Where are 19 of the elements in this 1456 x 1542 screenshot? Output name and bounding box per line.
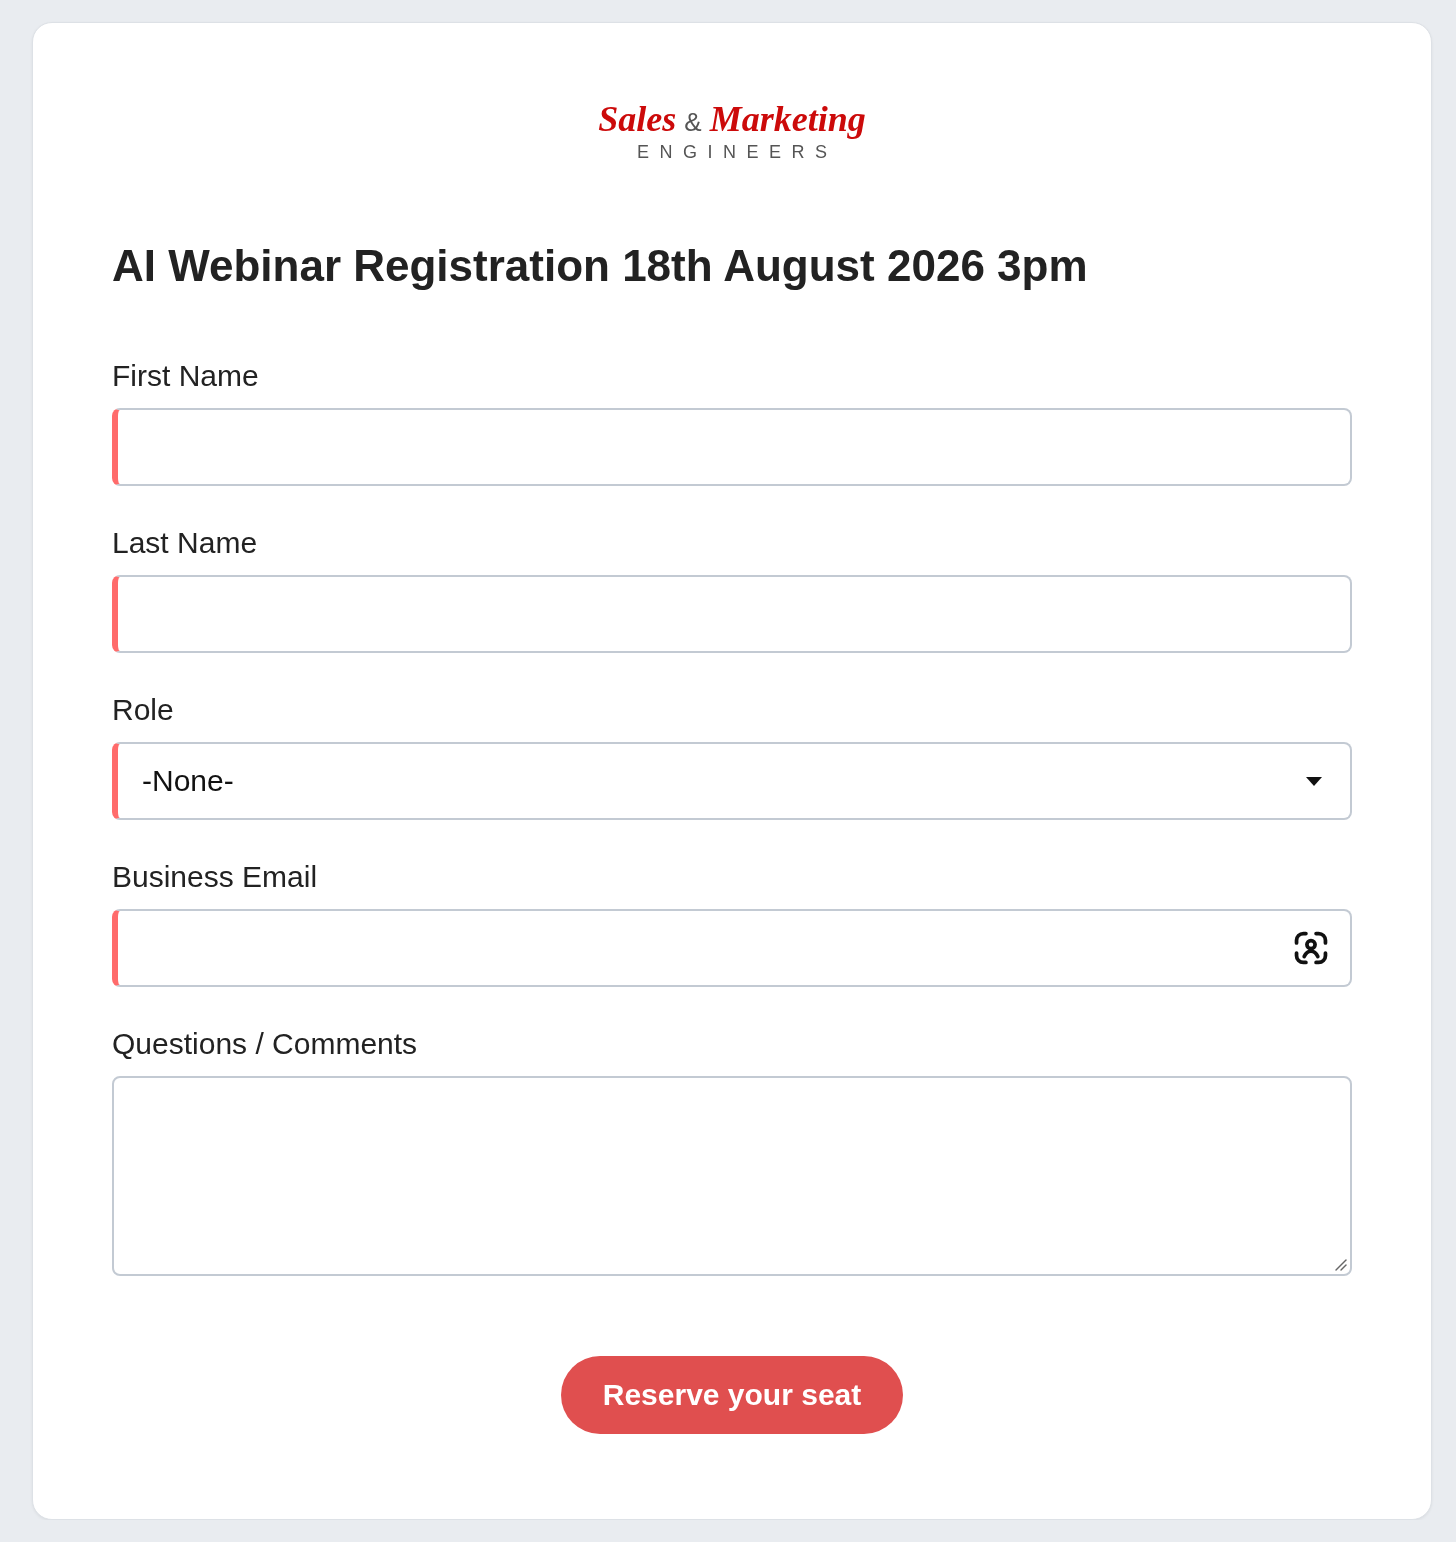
- resize-grip-icon[interactable]: [1335, 1259, 1347, 1271]
- caret-icon: [1306, 776, 1322, 786]
- logo-ampersand: &: [684, 106, 702, 139]
- logo-subtitle: ENGINEERS: [637, 142, 838, 162]
- input-field[interactable]: [112, 408, 1352, 486]
- email-field[interactable]: [112, 909, 1352, 987]
- comments-field[interactable]: [112, 1076, 1352, 1276]
- field-label: Questions / Comments: [112, 1026, 419, 1062]
- field-label: Business Email: [112, 859, 319, 895]
- logo-script-text: Marketing: [709, 98, 866, 141]
- reserve-seat-button[interactable]: Reserve your seat: [561, 1356, 903, 1434]
- select-field[interactable]: -None-: [112, 742, 1352, 820]
- form-title: AI Webinar Registration 18th August 2026 3pm: [112, 240, 1089, 292]
- field-label: Role: [112, 692, 175, 728]
- field-label: First Name: [112, 358, 260, 394]
- input-field[interactable]: [112, 575, 1352, 653]
- logo-script-text: Sales: [598, 98, 677, 141]
- person-frame-icon[interactable]: [1294, 931, 1328, 965]
- field-label: Last Name: [112, 525, 259, 561]
